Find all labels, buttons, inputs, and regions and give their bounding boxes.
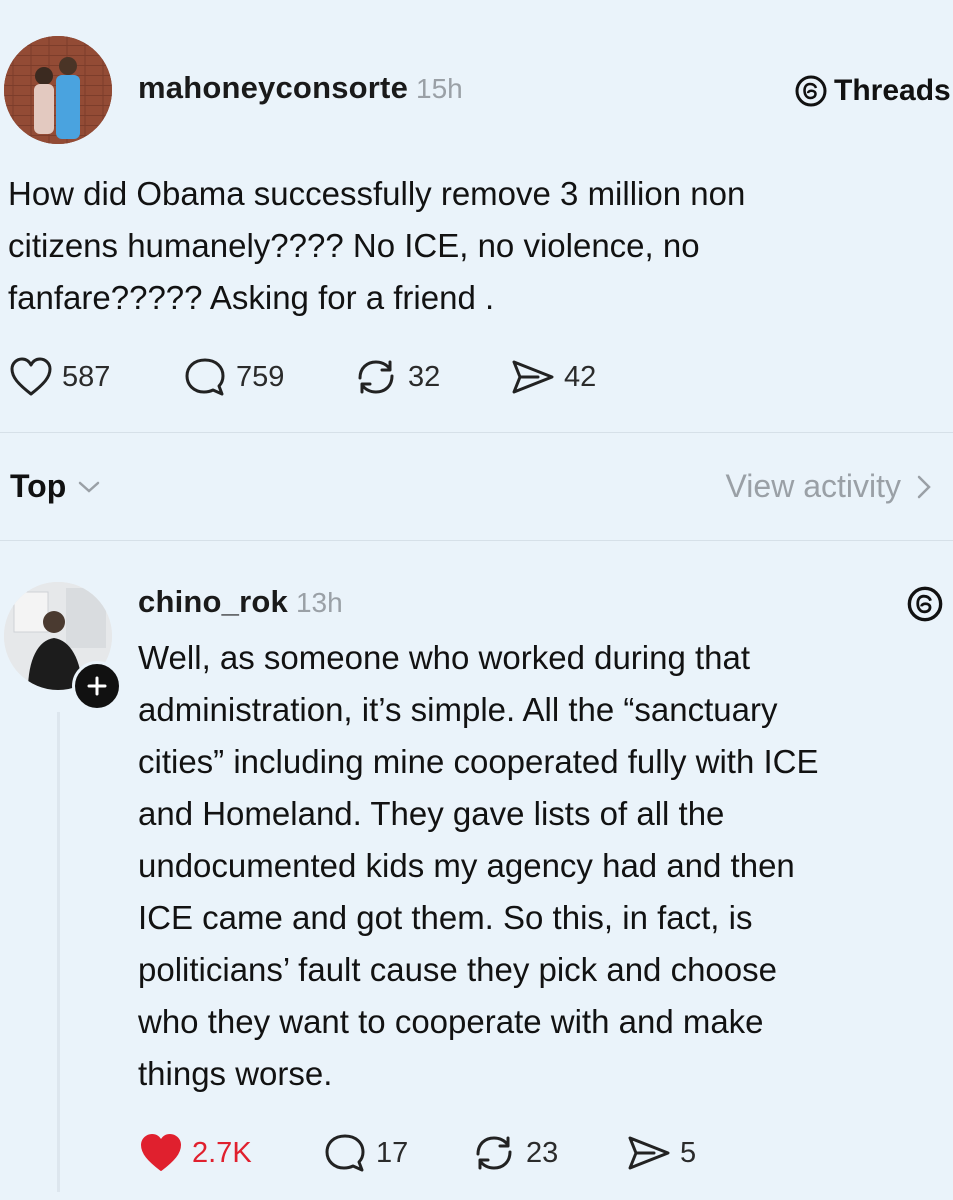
sort-label: Top [10,468,67,504]
avatar-photo [4,36,112,144]
reply-share-button[interactable]: 5 [624,1132,696,1174]
comment-icon [325,1134,365,1172]
chevron-right-icon [917,475,931,498]
heart-icon [10,357,52,396]
reply-text-line: cities” including mine cooperated fully … [138,743,819,780]
reply-like-count: 2.7K [192,1136,252,1169]
reply-text-line: Well, as someone who worked during that [138,639,751,676]
reply-comment-button[interactable]: 17 [322,1132,408,1174]
threads-brand-label: Threads [834,74,951,107]
post-author-avatar[interactable] [4,36,112,144]
divider [0,432,953,433]
share-button[interactable]: 42 [508,356,596,398]
view-activity-label: View activity [725,468,901,504]
view-activity-link[interactable]: View activity [726,468,935,505]
reply-timestamp: 13h [295,587,343,618]
plus-icon [87,676,107,696]
reply-button[interactable]: 759 [182,356,284,398]
reply-share-count: 5 [680,1136,697,1169]
post-text-line: citizens humanely???? No ICE, no violenc… [8,227,700,264]
reply-body: Well, as someone who worked during that … [138,632,938,1100]
reply-repost-button[interactable]: 23 [470,1132,558,1174]
repost-icon [358,360,394,394]
send-icon [512,360,554,394]
send-icon [628,1136,670,1170]
reply-like-button[interactable]: 2.7K [138,1132,252,1174]
reply-text-line: undocumented kids my agency had and then [138,847,795,884]
like-count: 587 [62,360,111,393]
post-body: How did Obama successfully remove 3 mill… [8,168,938,324]
reply-text-line: who they want to cooperate with and make [138,1003,764,1040]
reply-repost-count: 23 [526,1136,559,1169]
reply-comment-count: 17 [376,1136,409,1169]
reply-username[interactable]: chino_rok [138,584,288,620]
divider [0,540,953,541]
threads-link[interactable] [906,584,944,629]
repost-count: 32 [408,360,441,393]
post-text-line: fanfare????? Asking for a friend . [8,279,495,316]
post-username[interactable]: mahoneyconsorte [138,70,408,106]
comment-icon [185,358,225,396]
repost-button[interactable]: 32 [352,356,440,398]
reply-text-line: and Homeland. They gave lists of all the [138,795,725,832]
reply-text-line: administration, it’s simple. All the “sa… [138,691,778,728]
post-text-line: How did Obama successfully remove 3 mill… [8,175,746,212]
threads-logo-icon [795,75,827,107]
repost-icon [476,1136,512,1170]
post-timestamp: 15h [416,73,463,104]
heart-filled-icon [141,1134,181,1171]
reply-count: 759 [236,360,285,393]
threads-logo-icon [907,586,943,622]
reply-text-line: ICE came and got them. So this, in fact,… [138,899,753,936]
thread-connector-line [57,712,60,1192]
chevron-down-icon [79,481,100,493]
sort-dropdown[interactable]: Top [10,468,102,505]
follow-button[interactable] [72,661,122,711]
threads-brand-badge[interactable]: Threads [794,74,951,108]
share-count: 42 [564,360,597,393]
like-button[interactable]: 587 [8,356,110,398]
reply-text-line: things worse. [138,1055,333,1092]
reply-text-line: politicians’ fault cause they pick and c… [138,951,777,988]
